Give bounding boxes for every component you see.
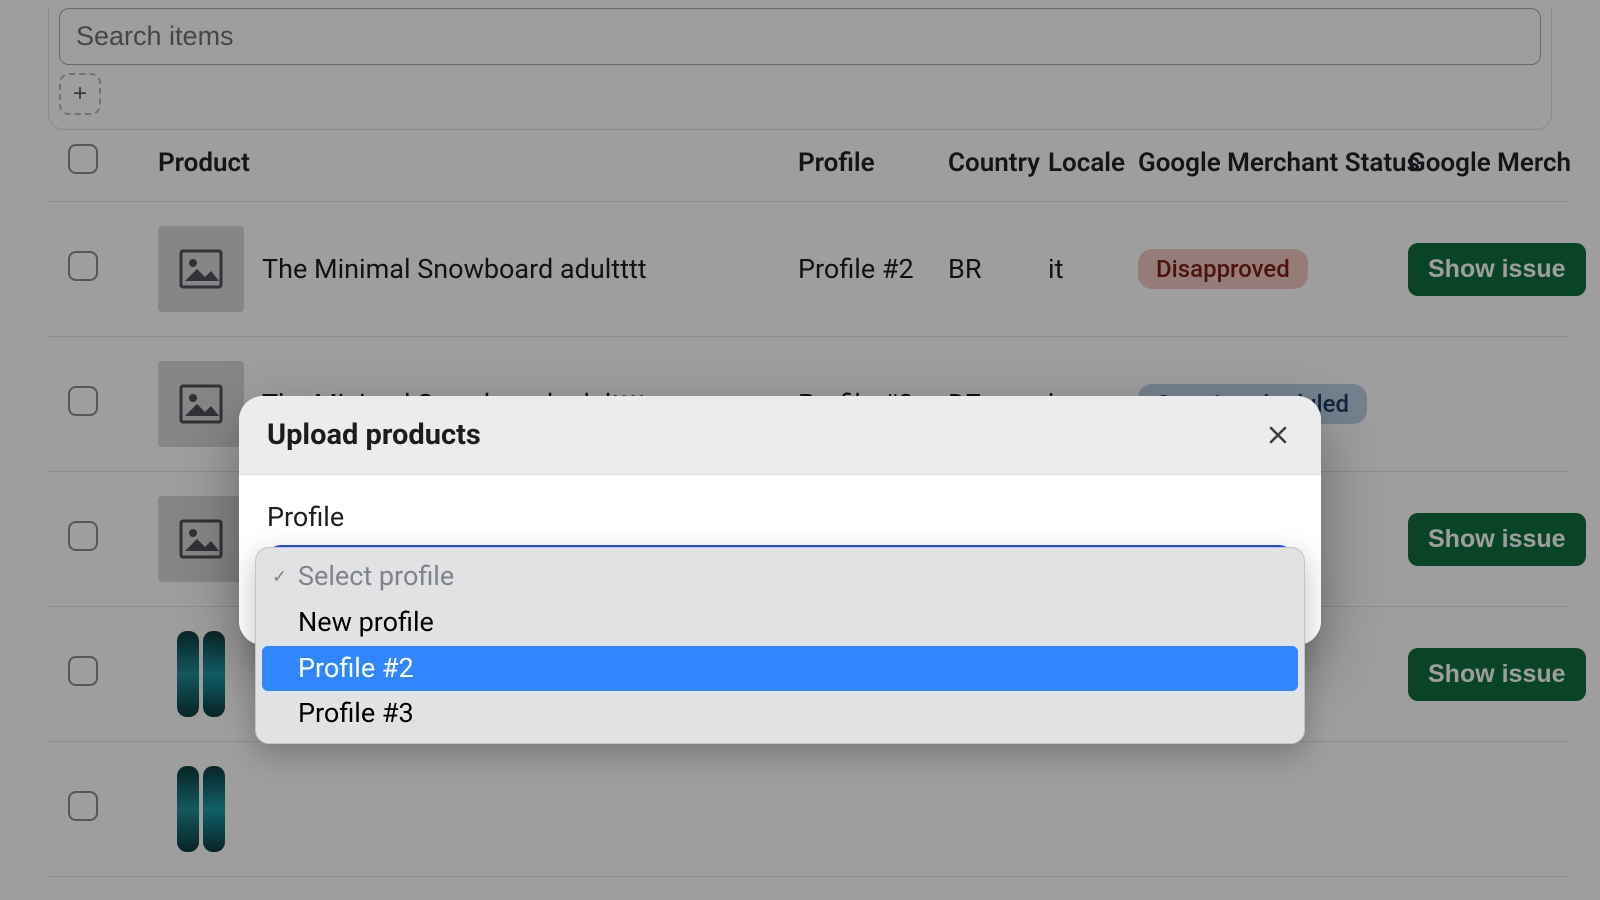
profile-option-label: New profile: [298, 606, 434, 638]
modal-body: Profile ✓Select profileNew profileProfil…: [239, 475, 1321, 645]
profile-option[interactable]: Profile #2: [262, 646, 1298, 692]
profile-option[interactable]: Profile #3: [262, 691, 1298, 737]
modal-title: Upload products: [267, 418, 481, 452]
profile-field-label: Profile: [267, 501, 1293, 533]
profile-option-label: Select profile: [298, 560, 454, 592]
profile-option-label: Profile #3: [298, 697, 414, 729]
close-icon: [1266, 423, 1290, 447]
profile-dropdown: ✓ Select profile New profile Profile #2 Prof…: [255, 547, 1305, 744]
profile-option-label: Profile #2: [298, 652, 414, 684]
upload-products-modal: Upload products Profile ✓ Select profile N…: [239, 396, 1321, 645]
modal-header: Upload products: [239, 396, 1321, 475]
modal-close-button[interactable]: [1263, 420, 1293, 450]
profile-option[interactable]: ✓ Select profile: [262, 554, 1298, 600]
check-icon: ✓: [272, 564, 287, 589]
profile-option[interactable]: New profile: [262, 600, 1298, 646]
